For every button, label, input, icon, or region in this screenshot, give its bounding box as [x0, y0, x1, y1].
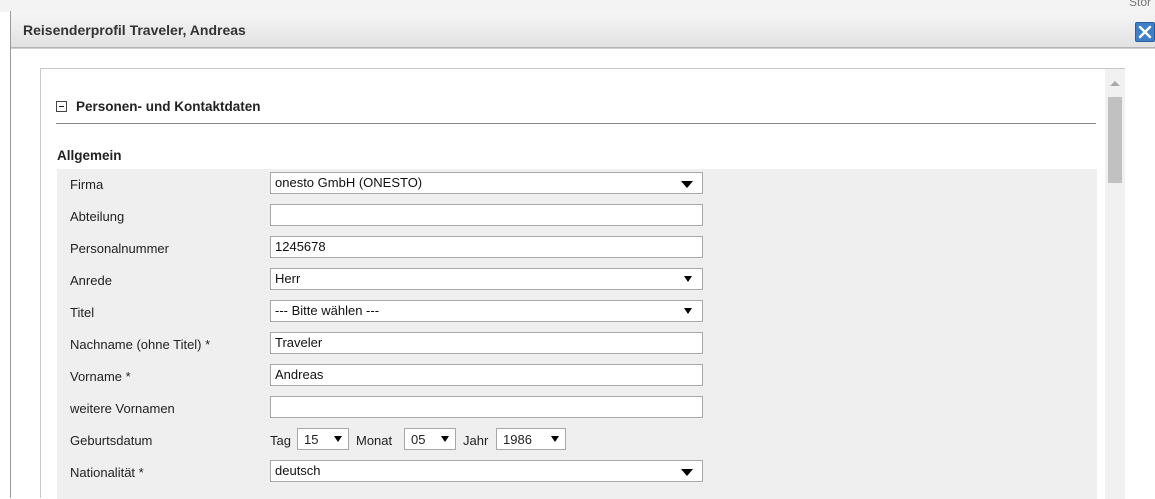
- vorname-label: Vorname *: [70, 369, 131, 384]
- tag-value: 15: [304, 432, 319, 447]
- chevron-down-icon: [551, 436, 559, 442]
- monat-value: 05: [411, 432, 426, 447]
- monat-select[interactable]: 05: [404, 428, 456, 450]
- jahr-label: Jahr: [463, 433, 489, 448]
- dialog-body: Personen- und Kontaktdaten Allgemein Fir…: [11, 49, 1155, 499]
- abteilung-input[interactable]: [270, 204, 703, 226]
- close-button[interactable]: [1135, 22, 1155, 42]
- nationalitaet-select[interactable]: deutsch: [270, 460, 703, 482]
- profile-dialog: Reisenderprofil Traveler, Andreas Person…: [10, 11, 1155, 499]
- jahr-select[interactable]: 1986: [496, 428, 566, 450]
- form-row-weitere-vornamen: weitere Vornamen: [57, 393, 1097, 425]
- chevron-down-icon: [681, 469, 693, 476]
- jahr-value: 1986: [503, 432, 532, 447]
- chevron-down-icon: [684, 308, 692, 314]
- firma-select[interactable]: onesto GmbH (ONESTO): [270, 172, 703, 194]
- tag-select[interactable]: 15: [297, 428, 349, 450]
- anrede-select[interactable]: Herr: [270, 268, 703, 290]
- dialog-title: Reisenderprofil Traveler, Andreas: [23, 22, 246, 38]
- nationalitaet-label: Nationalität *: [70, 465, 144, 480]
- abteilung-label: Abteilung: [70, 209, 125, 224]
- chevron-down-icon: [681, 181, 693, 188]
- form-row-nachname: Nachname (ohne Titel) * Traveler: [57, 329, 1097, 361]
- section-title: Personen- und Kontaktdaten: [76, 99, 261, 114]
- tag-label: Tag: [270, 433, 291, 448]
- anrede-label: Anrede: [70, 273, 112, 288]
- vertical-scrollbar[interactable]: [1105, 69, 1125, 499]
- geburtsdatum-label: Geburtsdatum: [70, 433, 153, 448]
- background-text: Stor: [1128, 0, 1151, 9]
- nachname-value: Traveler: [275, 335, 323, 350]
- form-row-anrede: Anrede Herr: [57, 265, 1097, 297]
- form-row-personalnummer: Personalnummer 1245678: [57, 233, 1097, 265]
- nachname-input[interactable]: Traveler: [270, 332, 703, 354]
- content-panel: Personen- und Kontaktdaten Allgemein Fir…: [40, 68, 1125, 499]
- form-row-abteilung: Abteilung: [57, 201, 1097, 233]
- chevron-down-icon: [441, 436, 449, 442]
- scroll-up-icon[interactable]: [1110, 81, 1120, 86]
- form-row-vorname: Vorname * Andreas: [57, 361, 1097, 393]
- titel-value: --- Bitte wählen ---: [275, 303, 380, 318]
- close-icon: [1138, 25, 1152, 39]
- scroll-thumb[interactable]: [1108, 97, 1122, 183]
- form-row-nationalitaet: Nationalität * deutsch: [57, 457, 1097, 489]
- form-row-firma: Firma onesto GmbH (ONESTO): [57, 169, 1097, 201]
- minus-square-icon[interactable]: [56, 101, 67, 112]
- personalnummer-value: 1245678: [275, 239, 326, 254]
- titel-select[interactable]: --- Bitte wählen ---: [270, 300, 703, 322]
- anrede-value: Herr: [275, 271, 301, 286]
- monat-label: Monat: [356, 433, 393, 448]
- personalnummer-input[interactable]: 1245678: [270, 236, 703, 258]
- personalnummer-label: Personalnummer: [70, 241, 169, 256]
- titel-label: Titel: [70, 305, 95, 320]
- firma-value: onesto GmbH (ONESTO): [275, 175, 423, 190]
- nachname-label: Nachname (ohne Titel) *: [70, 337, 211, 352]
- nationalitaet-value: deutsch: [275, 463, 321, 478]
- group-title: Allgemein: [57, 148, 122, 163]
- form-row-geburtsdatum: Geburtsdatum Tag 15 Monat 05 Jahr 1986: [57, 425, 1097, 457]
- firma-label: Firma: [70, 177, 104, 192]
- weitere-vornamen-input[interactable]: [270, 396, 703, 418]
- section-header: Personen- und Kontaktdaten: [56, 99, 1096, 124]
- chevron-down-icon: [684, 276, 692, 282]
- form-area: Firma onesto GmbH (ONESTO) Abteilung Per…: [57, 169, 1097, 499]
- dialog-titlebar[interactable]: Reisenderprofil Traveler, Andreas: [11, 11, 1155, 48]
- weitere-vornamen-label: weitere Vornamen: [70, 401, 175, 416]
- vorname-input[interactable]: Andreas: [270, 364, 703, 386]
- chevron-down-icon: [334, 436, 342, 442]
- vorname-value: Andreas: [275, 367, 324, 382]
- form-row-titel: Titel --- Bitte wählen ---: [57, 297, 1097, 329]
